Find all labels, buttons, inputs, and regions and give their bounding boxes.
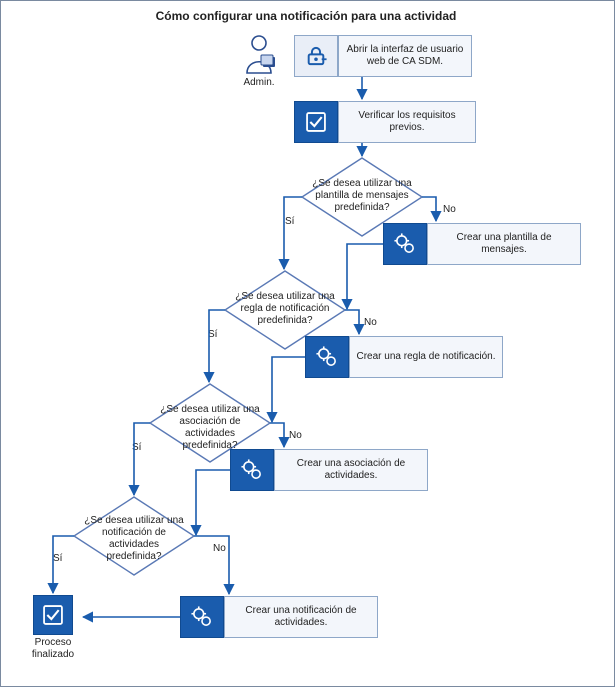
flowchart: Cómo configurar una notificación para un… xyxy=(0,0,615,687)
connectors xyxy=(1,1,615,688)
